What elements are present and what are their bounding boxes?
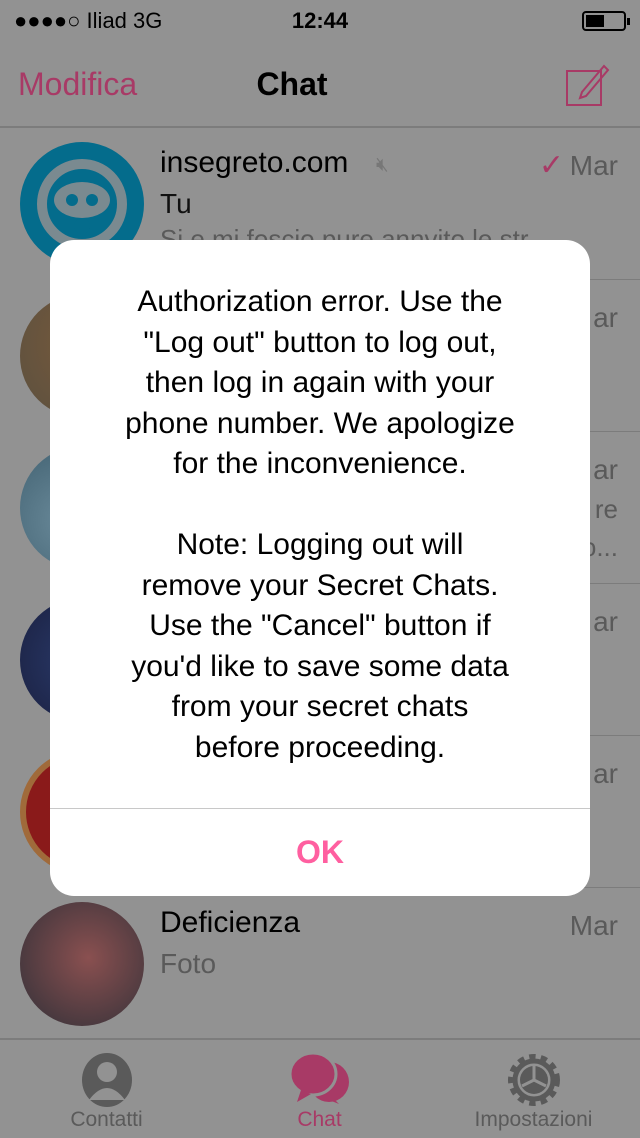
tab-label: Contatti [70, 1108, 143, 1131]
tab-label: Chat [297, 1108, 342, 1131]
nav-bar: Modifica Chat [0, 40, 640, 128]
gear-icon [507, 1054, 560, 1106]
page-title: Chat [256, 66, 328, 102]
tab-contacts[interactable]: Contatti [0, 1040, 213, 1138]
chat-date: Mar [569, 150, 618, 181]
ok-button[interactable]: OK [50, 809, 590, 896]
avatar [20, 902, 144, 1026]
chat-name: insegreto.com [160, 146, 349, 179]
chat-sender: Tu [160, 188, 192, 219]
chat-bubbles-icon [288, 1052, 349, 1104]
read-check-icon: ✓ [538, 149, 564, 182]
tab-label: Impostazioni [474, 1108, 593, 1131]
chat-row[interactable]: Deficienza Mar Foto [0, 888, 640, 1040]
person-icon [81, 1053, 132, 1107]
chat-date: ar [593, 302, 618, 333]
chat-date: ar [593, 454, 618, 485]
tab-chat[interactable]: Chat [213, 1040, 426, 1138]
tab-bar: Contatti Chat Impostazioni [0, 1038, 640, 1136]
chat-date: Mar [569, 910, 618, 941]
alert-message: Authorization error. Use the "Log out" b… [125, 285, 515, 764]
chat-date: ar [593, 758, 618, 789]
chat-preview: re [594, 494, 618, 524]
muted-icon: 🔇︎ [376, 154, 389, 176]
chat-preview: Foto [160, 948, 217, 979]
tab-settings[interactable]: Impostazioni [427, 1040, 640, 1138]
status-bar: ●●●●○ Iliad 3G 12:44 [0, 0, 640, 40]
clock: 12:44 [291, 8, 349, 33]
battery-icon [582, 11, 630, 31]
chat-name: Deficienza [160, 906, 301, 939]
compose-icon[interactable] [566, 62, 610, 106]
chat-date: ar [593, 606, 618, 637]
alert-dialog: Authorization error. Use the "Log out" b… [50, 240, 590, 896]
